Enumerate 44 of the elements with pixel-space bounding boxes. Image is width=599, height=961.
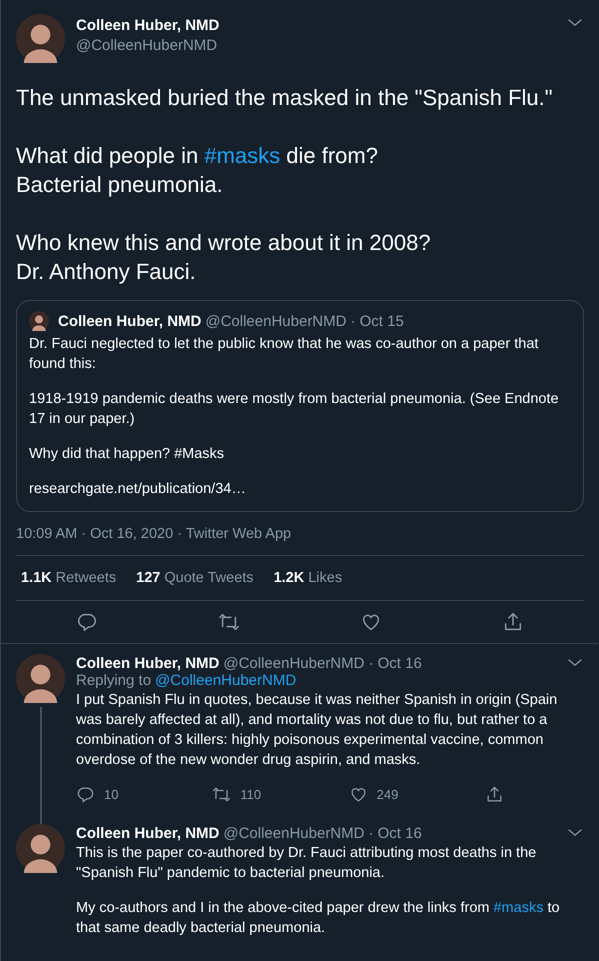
timestamp[interactable]: 10:09 AM · Oct 16, 2020 · Twitter Web App bbox=[16, 526, 584, 556]
reply-icon[interactable] bbox=[76, 785, 95, 804]
stat-link[interactable]: 1.1K Retweets bbox=[21, 570, 116, 586]
avatar[interactable] bbox=[16, 824, 65, 873]
hashtag-link[interactable]: #masks bbox=[493, 900, 544, 916]
heart-icon[interactable] bbox=[348, 785, 368, 804]
tweet-text: I put Spanish Flu in quotes, because it was neither Spanish in origin (Spain was barely affected at all), and mortality was not due to flu, but rather to a combination of 3 killers: highly poisonous experimental vaccine, common overdose of the new wonder drug aspirin, and masks. bbox=[76, 691, 558, 770]
tweet-text: What did people in #masks die from? Bacterial pneumonia. bbox=[16, 142, 379, 199]
quote-text: 1918-1919 pandemic deaths were mostly from bacterial pneumonia. (See Endnote 17 in our paper.) bbox=[29, 390, 560, 429]
tweet-date[interactable]: · Oct 16 bbox=[368, 824, 422, 842]
retweet-icon[interactable] bbox=[212, 785, 232, 804]
tweet-text: Who knew this and wrote about it in 2008? Dr. Anthony Fauci. bbox=[16, 229, 432, 286]
action-count: 10 bbox=[104, 787, 120, 802]
avatar[interactable] bbox=[16, 14, 65, 63]
author-name[interactable]: Colleen Huber, NMD bbox=[76, 824, 220, 842]
tweet-text: The unmasked buried the masked in the "Spanish Flu." bbox=[16, 84, 554, 112]
action-count: 249 bbox=[376, 787, 400, 802]
quoted-tweet-card[interactable] bbox=[16, 300, 584, 512]
author-handle[interactable]: @ColleenHuberNMD bbox=[76, 37, 566, 54]
mention-link[interactable]: @ColleenHuberNMD bbox=[155, 672, 296, 689]
tweet-text: This is the paper co-authored by Dr. Fauci attributing most deaths in the "Spanish Flu" pandemic to bacterial pneumonia. bbox=[76, 844, 538, 883]
avatar[interactable] bbox=[29, 311, 49, 331]
tweet-text: My co-authors and I in the above-cited paper drew the links from #masks to that same deadly bacterial pneumonia. bbox=[76, 899, 561, 938]
action-count: 110 bbox=[240, 787, 262, 802]
avatar[interactable] bbox=[16, 654, 65, 703]
stat-link[interactable]: 127 Quote Tweets bbox=[136, 570, 254, 586]
tweet-date: · Oct 15 bbox=[350, 312, 404, 330]
author-name: Colleen Huber, NMD bbox=[58, 312, 202, 330]
share-icon[interactable] bbox=[502, 611, 524, 633]
tweet-date[interactable]: · Oct 16 bbox=[368, 654, 422, 672]
quote-text: researchgate.net/publication/34… bbox=[29, 480, 247, 499]
author-handle: @ColleenHuberNMD bbox=[205, 312, 346, 330]
replying-label: Replying to bbox=[76, 672, 152, 689]
reply-icon[interactable] bbox=[76, 611, 98, 633]
retweet-icon[interactable] bbox=[218, 611, 240, 633]
author-handle[interactable]: @ColleenHuberNMD bbox=[223, 824, 364, 842]
author-name[interactable]: Colleen Huber, NMD bbox=[76, 17, 566, 34]
quote-text: Dr. Fauci neglected to let the public know that he was co-author on a paper that found this: bbox=[29, 335, 540, 374]
share-icon[interactable] bbox=[484, 785, 504, 804]
author-name[interactable]: Colleen Huber, NMD bbox=[76, 654, 220, 672]
quote-text: Why did that happen? #Masks bbox=[29, 445, 226, 464]
hashtag-link[interactable]: #masks bbox=[204, 143, 280, 168]
author-handle[interactable]: @ColleenHuberNMD bbox=[223, 654, 364, 672]
stat-link[interactable]: 1.2K Likes bbox=[274, 570, 342, 586]
